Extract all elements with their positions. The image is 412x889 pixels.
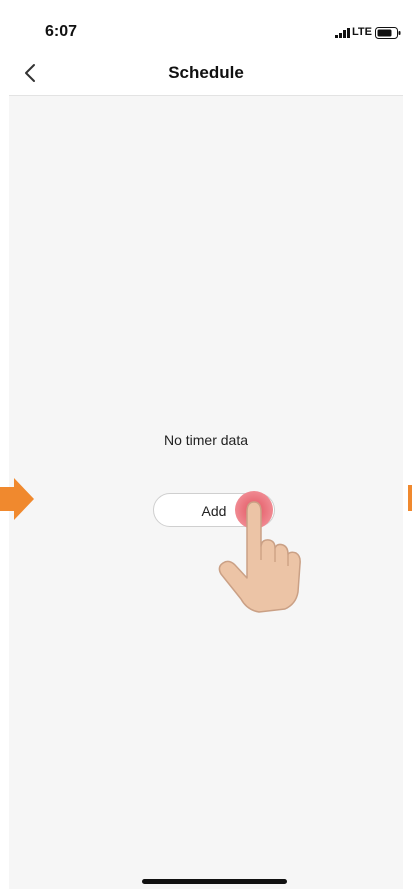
app-screen: 6:07 LTE Schedule No timer data Add bbox=[9, 0, 403, 889]
tap-hand-icon bbox=[218, 491, 301, 613]
network-type: LTE bbox=[352, 26, 372, 38]
signal-icon bbox=[335, 28, 350, 38]
battery-icon bbox=[375, 27, 401, 39]
nav-bar: Schedule bbox=[9, 50, 403, 96]
status-bar: 6:07 LTE bbox=[9, 0, 403, 50]
pointer-arrow-icon bbox=[408, 485, 412, 511]
page-title: Schedule bbox=[168, 63, 244, 82]
status-time: 6:07 bbox=[45, 23, 78, 40]
home-indicator bbox=[142, 879, 287, 884]
empty-state-text: No timer data bbox=[163, 432, 249, 448]
pointer-arrow-icon bbox=[0, 478, 34, 520]
